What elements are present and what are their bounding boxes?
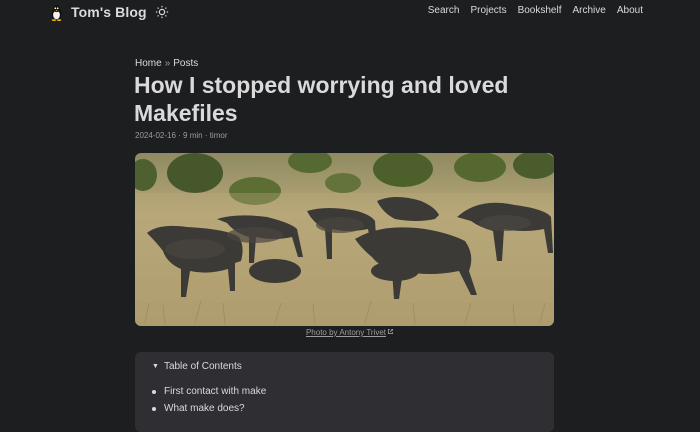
nav-archive[interactable]: Archive xyxy=(573,5,606,16)
toc-item: First contact with make xyxy=(152,383,266,400)
cover-image xyxy=(135,153,554,326)
site-title: Tom's Blog xyxy=(71,4,147,20)
toc-item: What make does? xyxy=(152,400,266,417)
nav-bookshelf[interactable]: Bookshelf xyxy=(518,5,562,16)
nav-about[interactable]: About xyxy=(617,5,643,16)
external-link-icon xyxy=(387,328,394,335)
bullet-icon xyxy=(152,389,156,394)
triangle-down-icon: ▼ xyxy=(152,363,159,370)
penguin-icon xyxy=(51,4,62,21)
post-title: How I stopped worrying and loved Makefil… xyxy=(134,72,509,126)
breadcrumb-separator: » xyxy=(164,58,171,69)
site-logo-link[interactable]: Tom's Blog xyxy=(48,3,169,21)
toc-toggle[interactable]: ▼ Table of Contents xyxy=(152,361,242,372)
toc-link-what-make-does[interactable]: What make does? xyxy=(164,400,245,417)
breadcrumb-posts[interactable]: Posts xyxy=(173,58,198,69)
toc-link-first-contact[interactable]: First contact with make xyxy=(164,383,266,400)
toc-list: First contact with make What make does? xyxy=(152,383,266,417)
toc-title: Table of Contents xyxy=(163,361,242,372)
nav-projects[interactable]: Projects xyxy=(470,5,506,16)
photo-credit-link[interactable]: Photo by Antony Trivet xyxy=(306,328,394,337)
breadcrumb: Home» Posts xyxy=(135,58,198,69)
photo-credit-text: Photo by Antony Trivet xyxy=(305,328,387,337)
breadcrumb-home[interactable]: Home xyxy=(135,58,162,69)
site-header: Tom's Blog Search Projects Bookshelf Arc… xyxy=(0,0,700,24)
main-nav: Search Projects Bookshelf Archive About xyxy=(428,5,643,16)
bullet-icon xyxy=(152,406,156,411)
table-of-contents: ▼ Table of Contents First contact with m… xyxy=(135,352,554,432)
sun-icon[interactable] xyxy=(155,5,169,19)
cover-caption: Photo by Antony Trivet xyxy=(0,328,700,337)
post-meta: 2024-02-16 · 9 min · timor xyxy=(135,131,228,140)
nav-search[interactable]: Search xyxy=(428,5,460,16)
